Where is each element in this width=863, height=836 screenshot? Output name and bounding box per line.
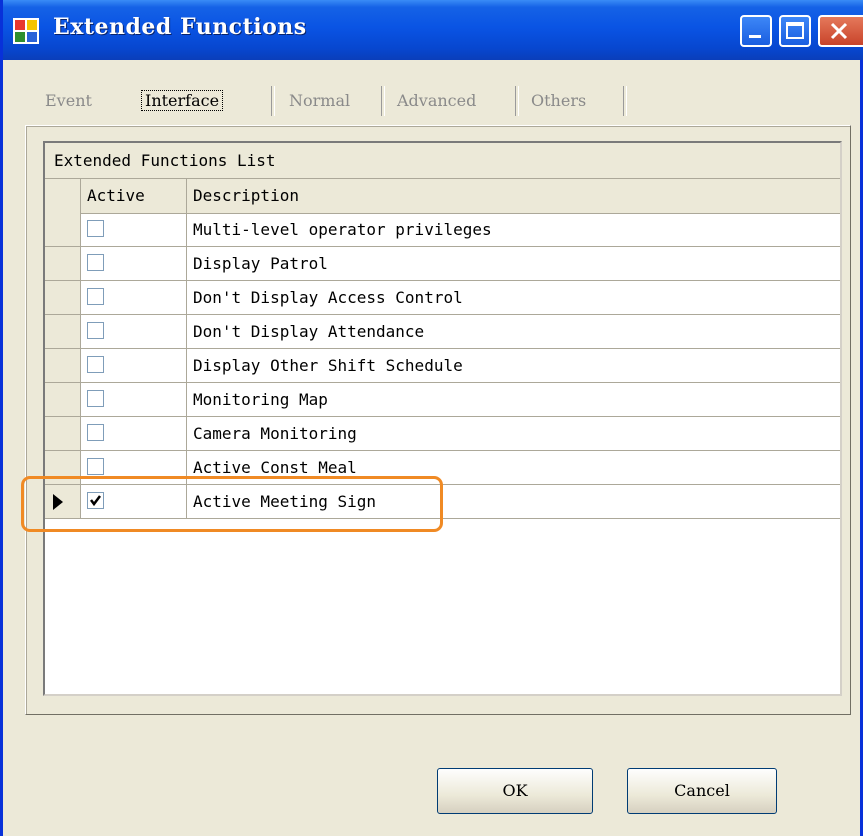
minimize-icon — [749, 35, 761, 38]
close-icon — [830, 22, 848, 40]
table-row[interactable]: Don't Display Attendance — [45, 315, 840, 349]
grid-header: Active Description — [45, 179, 840, 214]
description-cell[interactable]: Don't Display Access Control — [187, 281, 463, 314]
active-cell — [81, 281, 187, 314]
extended-functions-grid[interactable]: Extended Functions List Active Descripti… — [43, 141, 842, 696]
active-cell — [81, 417, 187, 450]
column-header-active[interactable]: Active — [81, 179, 187, 213]
tab-separator — [623, 86, 627, 116]
tab-event[interactable]: Event — [45, 84, 92, 118]
table-row[interactable]: Camera Monitoring — [45, 417, 840, 451]
description-cell[interactable]: Multi-level operator privileges — [187, 213, 492, 246]
table-row[interactable]: Display Other Shift Schedule — [45, 349, 840, 383]
table-row[interactable]: Multi-level operator privileges — [45, 213, 840, 247]
row-header[interactable] — [45, 247, 81, 280]
maximize-button[interactable] — [779, 15, 811, 47]
active-cell — [81, 247, 187, 280]
maximize-icon — [786, 22, 804, 39]
active-checkbox[interactable] — [87, 390, 104, 407]
active-checkbox[interactable] — [87, 458, 104, 475]
active-checkbox[interactable] — [87, 254, 104, 271]
row-header[interactable] — [45, 281, 81, 314]
description-cell[interactable]: Monitoring Map — [187, 383, 328, 416]
cancel-button[interactable]: Cancel — [627, 768, 777, 814]
active-checkbox[interactable] — [87, 322, 104, 339]
column-header-description[interactable]: Description — [187, 179, 840, 213]
title-bar[interactable]: Extended Functions — [3, 0, 863, 60]
description-cell[interactable]: Display Patrol — [187, 247, 328, 280]
active-checkbox[interactable] — [87, 288, 104, 305]
description-cell[interactable]: Don't Display Attendance — [187, 315, 424, 348]
tab-interface[interactable]: Interface — [141, 84, 224, 118]
highlight-annotation — [21, 476, 443, 532]
minimize-button[interactable] — [740, 15, 772, 47]
active-checkbox[interactable] — [87, 220, 104, 237]
active-cell — [81, 383, 187, 416]
row-header[interactable] — [45, 383, 81, 416]
close-button[interactable] — [818, 15, 863, 47]
tab-separator — [381, 86, 385, 116]
tab-separator — [515, 86, 519, 116]
row-header[interactable] — [45, 349, 81, 382]
description-cell[interactable]: Display Other Shift Schedule — [187, 349, 463, 382]
tab-separator — [271, 86, 275, 116]
window-title: Extended Functions — [53, 14, 307, 40]
tab-advanced[interactable]: Advanced — [397, 84, 476, 118]
extended-functions-dialog: Extended Functions Event Interface Norma… — [0, 0, 863, 836]
app-icon — [13, 18, 39, 44]
table-row[interactable]: Monitoring Map — [45, 383, 840, 417]
active-cell — [81, 315, 187, 348]
row-header-corner — [45, 179, 81, 213]
row-header[interactable] — [45, 213, 81, 246]
ok-button[interactable]: OK — [437, 768, 593, 814]
description-cell[interactable]: Camera Monitoring — [187, 417, 357, 450]
active-checkbox[interactable] — [87, 356, 104, 373]
tab-normal[interactable]: Normal — [289, 84, 350, 118]
row-header[interactable] — [45, 417, 81, 450]
grid-caption: Extended Functions List — [45, 143, 840, 179]
active-cell — [81, 213, 187, 246]
active-cell — [81, 349, 187, 382]
active-checkbox[interactable] — [87, 424, 104, 441]
tab-others[interactable]: Others — [531, 84, 586, 118]
row-header[interactable] — [45, 315, 81, 348]
table-row[interactable]: Don't Display Access Control — [45, 281, 840, 315]
table-row[interactable]: Display Patrol — [45, 247, 840, 281]
